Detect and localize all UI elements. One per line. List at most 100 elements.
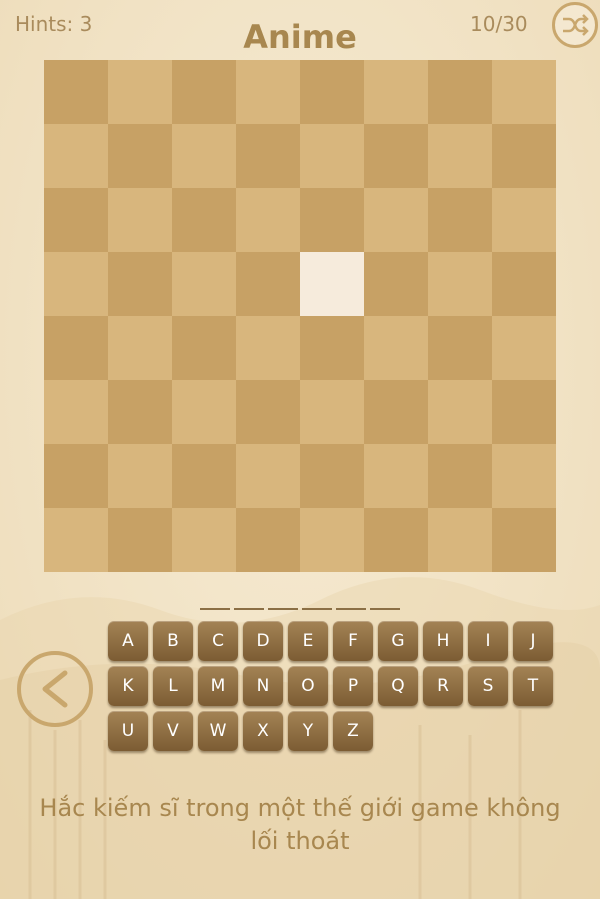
board-tile[interactable] (492, 252, 556, 316)
board-tile[interactable] (172, 188, 236, 252)
letter-key-i[interactable]: I (468, 621, 508, 661)
board-tile[interactable] (428, 124, 492, 188)
board-tile[interactable] (172, 252, 236, 316)
board-tile[interactable] (236, 444, 300, 508)
board-tile[interactable] (364, 444, 428, 508)
answer-slot[interactable] (200, 598, 230, 610)
board-tile[interactable] (236, 60, 300, 124)
letter-key-r[interactable]: R (423, 666, 463, 706)
letter-key-k[interactable]: K (108, 666, 148, 706)
board-tile[interactable] (364, 188, 428, 252)
letter-key-v[interactable]: V (153, 711, 193, 751)
letter-key-d[interactable]: D (243, 621, 283, 661)
board-tile[interactable] (44, 380, 108, 444)
letter-keyboard: ABCDEFGHIJ KLMNOPQRST UVWXYZ (108, 621, 558, 756)
board-tile[interactable] (108, 188, 172, 252)
board-tile[interactable] (300, 188, 364, 252)
board-tile[interactable] (492, 444, 556, 508)
board-tile[interactable] (492, 508, 556, 572)
board-tile[interactable] (108, 444, 172, 508)
letter-key-p[interactable]: P (333, 666, 373, 706)
board-tile[interactable] (492, 60, 556, 124)
board-tile[interactable] (108, 60, 172, 124)
letter-key-j[interactable]: J (513, 621, 553, 661)
board-tile[interactable] (300, 60, 364, 124)
board-tile[interactable] (236, 188, 300, 252)
letter-key-g[interactable]: G (378, 621, 418, 661)
board-tile[interactable] (492, 188, 556, 252)
board-tile[interactable] (108, 124, 172, 188)
board-tile[interactable] (44, 444, 108, 508)
letter-key-e[interactable]: E (288, 621, 328, 661)
board-tile[interactable] (172, 124, 236, 188)
answer-slot[interactable] (336, 598, 366, 610)
letter-key-w[interactable]: W (198, 711, 238, 751)
board-tile[interactable] (428, 508, 492, 572)
board-tile[interactable] (236, 124, 300, 188)
board-tile[interactable] (300, 124, 364, 188)
board-tile[interactable] (236, 380, 300, 444)
board-tile[interactable] (428, 60, 492, 124)
letter-key-l[interactable]: L (153, 666, 193, 706)
board-tile[interactable] (364, 380, 428, 444)
board-tile[interactable] (172, 60, 236, 124)
board-tile[interactable] (236, 252, 300, 316)
board-tile[interactable] (364, 508, 428, 572)
letter-key-h[interactable]: H (423, 621, 463, 661)
board-tile[interactable] (492, 316, 556, 380)
board-tile[interactable] (172, 380, 236, 444)
answer-slot[interactable] (268, 598, 298, 610)
board-tile[interactable] (44, 60, 108, 124)
board-tile[interactable] (300, 444, 364, 508)
board-tile[interactable] (44, 252, 108, 316)
board-tile[interactable] (44, 124, 108, 188)
level-progress: 10/30 (470, 12, 528, 36)
board-tile[interactable] (492, 124, 556, 188)
board-tile[interactable] (108, 316, 172, 380)
board-tile[interactable] (44, 508, 108, 572)
answer-slot[interactable] (302, 598, 332, 610)
letter-key-u[interactable]: U (108, 711, 148, 751)
letter-key-y[interactable]: Y (288, 711, 328, 751)
letter-key-n[interactable]: N (243, 666, 283, 706)
board-tile[interactable] (108, 380, 172, 444)
board-tile[interactable] (428, 316, 492, 380)
board-tile[interactable] (300, 508, 364, 572)
answer-slot[interactable] (234, 598, 264, 610)
board-tile[interactable] (300, 380, 364, 444)
answer-slot[interactable] (370, 598, 400, 610)
letter-key-q[interactable]: Q (378, 666, 418, 706)
board-tile[interactable] (172, 508, 236, 572)
letter-key-o[interactable]: O (288, 666, 328, 706)
board-tile[interactable] (172, 316, 236, 380)
letter-key-c[interactable]: C (198, 621, 238, 661)
board-tile[interactable] (172, 444, 236, 508)
board-tile[interactable] (428, 380, 492, 444)
letter-key-s[interactable]: S (468, 666, 508, 706)
board-tile[interactable] (428, 444, 492, 508)
board-tile[interactable] (428, 188, 492, 252)
board-tile[interactable] (364, 60, 428, 124)
board-tile[interactable] (236, 316, 300, 380)
board-tile[interactable] (428, 252, 492, 316)
letter-key-x[interactable]: X (243, 711, 283, 751)
letter-key-t[interactable]: T (513, 666, 553, 706)
board-tile[interactable] (44, 188, 108, 252)
letter-key-z[interactable]: Z (333, 711, 373, 751)
board-tile[interactable] (44, 316, 108, 380)
shuffle-button[interactable] (552, 2, 598, 48)
board-tile[interactable] (492, 380, 556, 444)
back-button[interactable] (17, 651, 93, 727)
letter-key-m[interactable]: M (198, 666, 238, 706)
board-tile[interactable] (300, 316, 364, 380)
board-tile[interactable] (364, 124, 428, 188)
board-tile[interactable] (108, 252, 172, 316)
letter-key-f[interactable]: F (333, 621, 373, 661)
board-tile[interactable] (108, 508, 172, 572)
board-tile-revealed[interactable] (300, 252, 364, 316)
board-tile[interactable] (364, 316, 428, 380)
letter-key-a[interactable]: A (108, 621, 148, 661)
board-tile[interactable] (364, 252, 428, 316)
letter-key-b[interactable]: B (153, 621, 193, 661)
board-tile[interactable] (236, 508, 300, 572)
